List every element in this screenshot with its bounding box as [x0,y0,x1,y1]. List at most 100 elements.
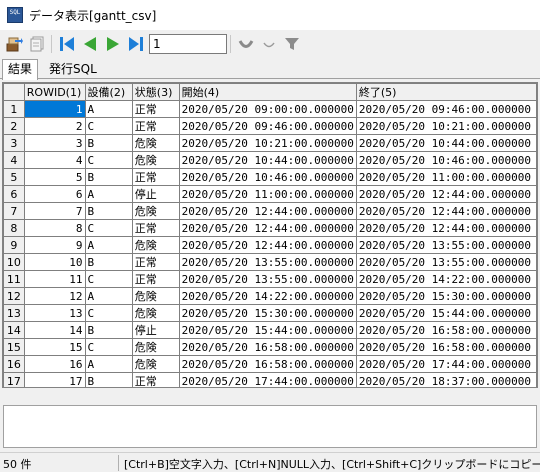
export-button[interactable] [3,33,25,55]
cell-equipment[interactable]: B [84,321,133,339]
cell-end[interactable]: 2020/05/20 10:21:00.000000 [355,117,537,135]
cell-status[interactable]: 停止 [131,185,180,203]
cell-rowid[interactable]: 5 [23,168,86,186]
table-row[interactable]: 5 5 B 正常 2020/05/20 10:46:00.000000 2020/05/2… [3,168,537,186]
cell-rowid[interactable]: 1 [23,100,86,118]
cell-end[interactable]: 2020/05/20 15:44:00.000000 [355,304,537,322]
cell-rowid[interactable]: 3 [23,134,86,152]
cell-start[interactable]: 2020/05/20 16:58:00.000000 [178,338,357,356]
row-number-cell[interactable]: 14 [3,321,25,339]
cell-status[interactable]: 正常 [131,168,180,186]
cell-rowid[interactable]: 4 [23,151,86,169]
next-page-button[interactable] [102,33,124,55]
cell-start[interactable]: 2020/05/20 09:00:00.000000 [178,100,357,118]
cell-status[interactable]: 危険 [131,287,180,305]
first-page-button[interactable] [56,33,78,55]
cell-equipment[interactable]: A [84,355,133,373]
cell-status[interactable]: 危険 [131,151,180,169]
table-row[interactable]: 8 8 C 正常 2020/05/20 12:44:00.000000 2020/05/2… [3,219,537,237]
table-row[interactable]: 6 6 A 停止 2020/05/20 11:00:00.000000 2020/05/2… [3,185,537,203]
table-row[interactable]: 1 1 A 正常 2020/05/20 09:00:00.000000 2020/05/2… [3,100,537,118]
cell-start[interactable]: 2020/05/20 15:44:00.000000 [178,321,357,339]
cell-equipment[interactable]: C [84,270,133,288]
cell-end[interactable]: 2020/05/20 17:44:00.000000 [355,355,537,373]
table-row[interactable]: 15 15 C 危険 2020/05/20 16:58:00.000000 2020/05… [3,338,537,356]
cell-start[interactable]: 2020/05/20 13:55:00.000000 [178,253,357,271]
cell-status[interactable]: 危険 [131,304,180,322]
cell-start[interactable]: 2020/05/20 11:00:00.000000 [178,185,357,203]
cell-status[interactable]: 正常 [131,372,180,387]
cell-end[interactable]: 2020/05/20 12:44:00.000000 [355,219,537,237]
cell-rowid[interactable]: 17 [23,372,86,387]
table-row[interactable]: 17 17 B 正常 2020/05/20 17:44:00.000000 2020/05… [3,372,537,387]
row-number-cell[interactable]: 9 [3,236,25,254]
table-row[interactable]: 2 2 C 正常 2020/05/20 09:46:00.000000 2020/05/2… [3,117,537,135]
cell-end[interactable]: 2020/05/20 10:44:00.000000 [355,134,537,152]
cell-rowid[interactable]: 10 [23,253,86,271]
cell-end[interactable]: 2020/05/20 13:55:00.000000 [355,236,537,254]
cell-start[interactable]: 2020/05/20 15:30:00.000000 [178,304,357,322]
cell-end[interactable]: 2020/05/20 16:58:00.000000 [355,338,537,356]
cell-status[interactable]: 正常 [131,253,180,271]
filter-button[interactable] [281,33,303,55]
tab-results[interactable]: 結果 [2,59,39,80]
cell-status[interactable]: 正常 [131,219,180,237]
row-number-cell[interactable]: 3 [3,134,25,152]
cell-start[interactable]: 2020/05/20 17:44:00.000000 [178,372,357,387]
prev-page-button[interactable] [79,33,101,55]
cell-rowid[interactable]: 12 [23,287,86,305]
row-number-cell[interactable]: 12 [3,287,25,305]
cell-start[interactable]: 2020/05/20 13:55:00.000000 [178,270,357,288]
row-number-cell[interactable]: 2 [3,117,25,135]
tab-issued-sql[interactable]: 発行SQL [44,61,102,79]
row-number-cell[interactable]: 11 [3,270,25,288]
cell-start[interactable]: 2020/05/20 09:46:00.000000 [178,117,357,135]
cell-equipment[interactable]: B [84,134,133,152]
cell-start[interactable]: 2020/05/20 10:44:00.000000 [178,151,357,169]
table-row[interactable]: 3 3 B 危険 2020/05/20 10:21:00.000000 2020/05/2… [3,134,537,152]
cell-equipment[interactable]: B [84,253,133,271]
row-number-cell[interactable]: 15 [3,338,25,356]
cell-end[interactable]: 2020/05/20 15:30:00.000000 [355,287,537,305]
cell-equipment[interactable]: B [84,372,133,387]
cell-equipment[interactable]: C [84,151,133,169]
cell-end[interactable]: 2020/05/20 10:46:00.000000 [355,151,537,169]
cell-status[interactable]: 危険 [131,202,180,220]
table-row[interactable]: 9 9 A 危険 2020/05/20 12:44:00.000000 2020/05/2… [3,236,537,254]
cell-end[interactable]: 2020/05/20 18:37:00.000000 [355,372,537,387]
cell-rowid[interactable]: 16 [23,355,86,373]
column-header-equipment[interactable]: 設備(2) [84,83,133,101]
cell-status[interactable]: 危険 [131,236,180,254]
last-page-button[interactable] [125,33,147,55]
cell-rowid[interactable]: 11 [23,270,86,288]
row-number-cell[interactable]: 6 [3,185,25,203]
table-row[interactable]: 13 13 C 危険 2020/05/20 15:30:00.000000 2020/05… [3,304,537,322]
cell-start[interactable]: 2020/05/20 10:21:00.000000 [178,134,357,152]
cell-status[interactable]: 正常 [131,117,180,135]
cell-end[interactable]: 2020/05/20 09:46:00.000000 [355,100,537,118]
cell-equipment[interactable]: A [84,100,133,118]
cell-equipment[interactable]: B [84,168,133,186]
cell-start[interactable]: 2020/05/20 16:58:00.000000 [178,355,357,373]
cell-rowid[interactable]: 15 [23,338,86,356]
column-header-rowid[interactable]: ROWID(1) [23,83,86,101]
cell-equipment[interactable]: C [84,219,133,237]
row-number-cell[interactable]: 16 [3,355,25,373]
cell-start[interactable]: 2020/05/20 12:44:00.000000 [178,236,357,254]
cell-status[interactable]: 正常 [131,270,180,288]
column-header-start[interactable]: 開始(4) [178,83,357,101]
cell-end[interactable]: 2020/05/20 11:00:00.000000 [355,168,537,186]
row-number-cell[interactable]: 1 [3,100,25,118]
copy-button[interactable] [26,33,48,55]
cell-rowid[interactable]: 7 [23,202,86,220]
row-number-cell[interactable]: 5 [3,168,25,186]
cell-rowid[interactable]: 2 [23,117,86,135]
cell-status[interactable]: 停止 [131,321,180,339]
cell-start[interactable]: 2020/05/20 10:46:00.000000 [178,168,357,186]
cell-equipment[interactable]: B [84,202,133,220]
row-number-cell[interactable]: 7 [3,202,25,220]
page-number-input[interactable] [149,34,227,54]
cell-equipment[interactable]: A [84,236,133,254]
cell-start[interactable]: 2020/05/20 12:44:00.000000 [178,219,357,237]
cell-equipment[interactable]: C [84,117,133,135]
